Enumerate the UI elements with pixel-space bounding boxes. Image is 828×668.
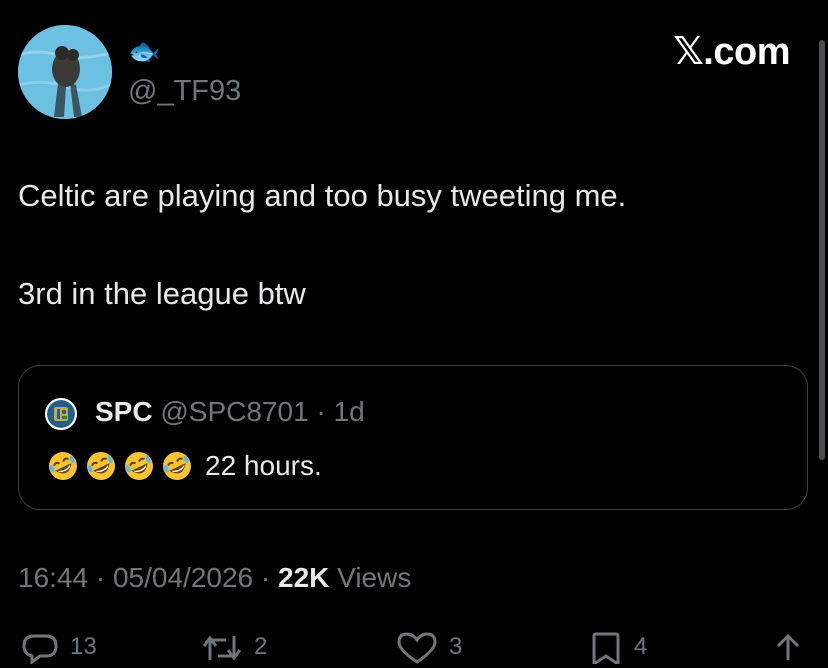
tweet-meta: 16:44 · 05/04/2026 · 22K Views [18,560,411,596]
like-button[interactable]: 3 [395,632,462,664]
laughing-emoji-icon [49,452,77,480]
separator-dot: · [260,562,271,593]
bookmark-icon [592,632,620,664]
scrollbar[interactable] [819,40,825,460]
like-count: 3 [449,633,463,660]
action-bar: 13 2 3 4 [0,628,828,668]
tweet-line: Celtic are playing and too busy tweeting… [18,178,627,213]
views-label: Views [337,562,412,593]
reply-icon [22,634,58,664]
repost-count: 2 [254,633,268,660]
bookmark-button[interactable]: 4 [588,632,647,664]
repost-icon [202,635,242,661]
separator-dot: · [95,562,106,593]
tweet-text: Celtic are playing and too busy tweeting… [18,176,798,314]
laughing-emoji-icon [87,452,115,480]
quoted-tweet-card[interactable]: SPC @SPC8701 · 1d 22 hours. [18,365,808,510]
separator-dot: · [316,396,326,427]
quoted-timestamp[interactable]: 1d [334,396,365,427]
quoted-name[interactable]: SPC [95,396,153,427]
quoted-avatar[interactable] [45,398,77,430]
quoted-text: 22 hours. [47,446,322,486]
share-icon [776,633,800,660]
fish-emoji-icon: 🐟 [128,36,161,66]
quoted-text-body: 22 hours. [205,450,322,481]
display-name[interactable]: 🐟 [128,36,160,66]
views-count: 22K [278,562,330,593]
reply-button[interactable]: 13 [20,632,97,664]
bookmark-count: 4 [634,633,648,660]
share-button[interactable] [770,632,806,664]
laughing-emoji-icon [125,452,153,480]
tweet-time[interactable]: 16:44 [18,562,88,593]
reply-count: 13 [70,633,97,660]
quoted-header: SPC @SPC8701 · 1d [95,394,365,430]
club-crest-icon [47,400,75,428]
heart-icon [397,632,437,664]
tweet-date[interactable]: 05/04/2026 [113,562,253,593]
tweet-line: 3rd in the league btw [18,276,306,311]
user-handle[interactable]: @_TF93 [128,74,241,108]
profile-avatar[interactable] [18,25,112,119]
avatar-photo-icon [18,25,112,119]
x-brand-watermark: 𝕏.com [673,31,790,73]
laughing-emoji-icon [163,452,191,480]
quoted-handle[interactable]: @SPC8701 [160,396,308,427]
repost-button[interactable]: 2 [200,632,267,664]
